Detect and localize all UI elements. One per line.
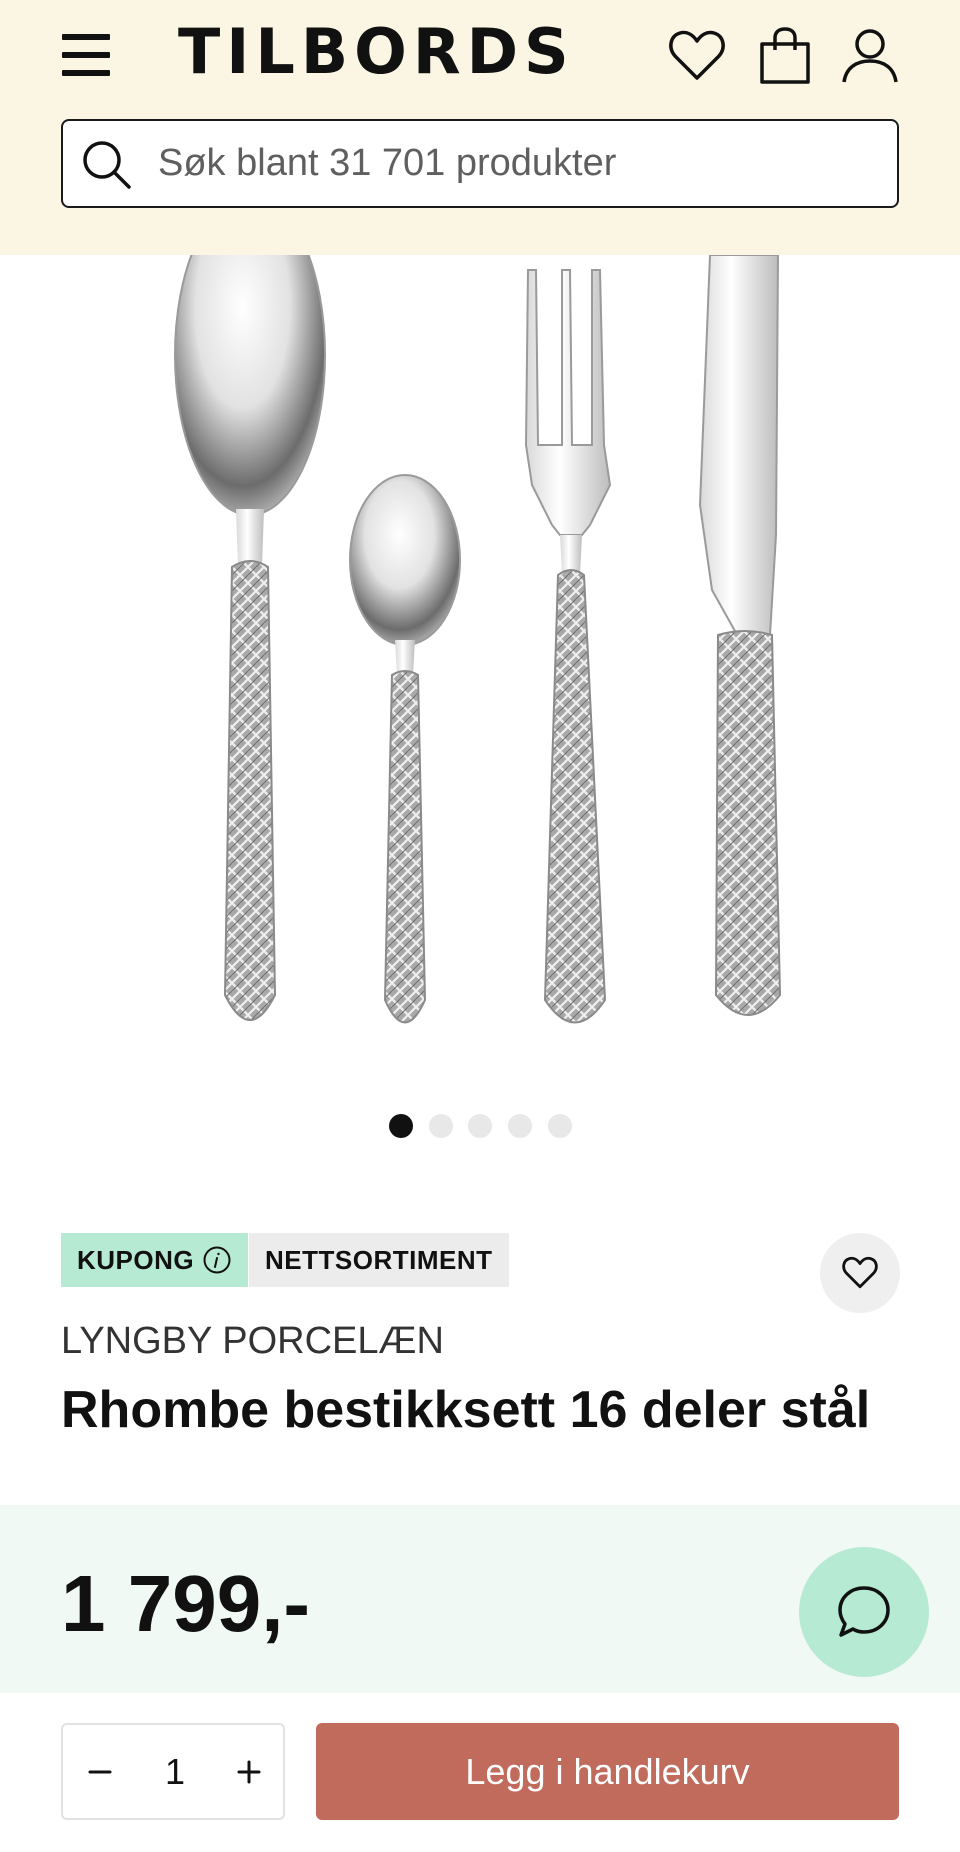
carousel-dot[interactable]: [389, 1114, 413, 1138]
carousel-dot[interactable]: [548, 1114, 572, 1138]
search-input[interactable]: [158, 121, 878, 206]
increase-quantity-button[interactable]: [220, 1743, 278, 1801]
quantity-stepper: 1: [61, 1723, 285, 1820]
chat-bubble-icon: [838, 1586, 890, 1637]
carousel-dot[interactable]: [429, 1114, 453, 1138]
assortment-badge: NETTSORTIMENT: [249, 1233, 509, 1287]
search-bar[interactable]: [61, 119, 899, 208]
minus-icon: [88, 1770, 112, 1774]
coupon-badge-label: KUPONG: [77, 1245, 195, 1275]
chat-button[interactable]: [799, 1547, 929, 1677]
site-logo[interactable]: TILBORDS: [178, 14, 575, 90]
shopping-bag-icon[interactable]: [753, 24, 817, 88]
product-title: Rhombe bestikksett 16 deler stål: [61, 1381, 871, 1439]
carousel-dots: [0, 1114, 960, 1140]
info-icon[interactable]: [202, 1245, 232, 1275]
add-to-wishlist-button[interactable]: [820, 1233, 900, 1313]
plus-icon: [237, 1760, 261, 1784]
product-image[interactable]: [0, 194, 960, 1065]
decrease-quantity-button[interactable]: [71, 1743, 129, 1801]
product-price: 1 799,-: [61, 1559, 311, 1648]
heart-icon[interactable]: [665, 24, 729, 88]
menu-icon[interactable]: [60, 30, 112, 80]
carousel-dot[interactable]: [468, 1114, 492, 1138]
site-header: TILBORDS: [0, 0, 960, 255]
search-icon[interactable]: [79, 137, 135, 193]
coupon-badge[interactable]: KUPONG: [61, 1233, 249, 1287]
product-brand[interactable]: LYNGBY PORCELÆN: [61, 1320, 444, 1363]
add-to-cart-button[interactable]: Legg i handlekurv: [316, 1723, 899, 1820]
user-icon[interactable]: [838, 24, 902, 88]
heart-icon: [842, 1256, 878, 1289]
quantity-value[interactable]: 1: [143, 1725, 207, 1818]
carousel-dot[interactable]: [508, 1114, 532, 1138]
